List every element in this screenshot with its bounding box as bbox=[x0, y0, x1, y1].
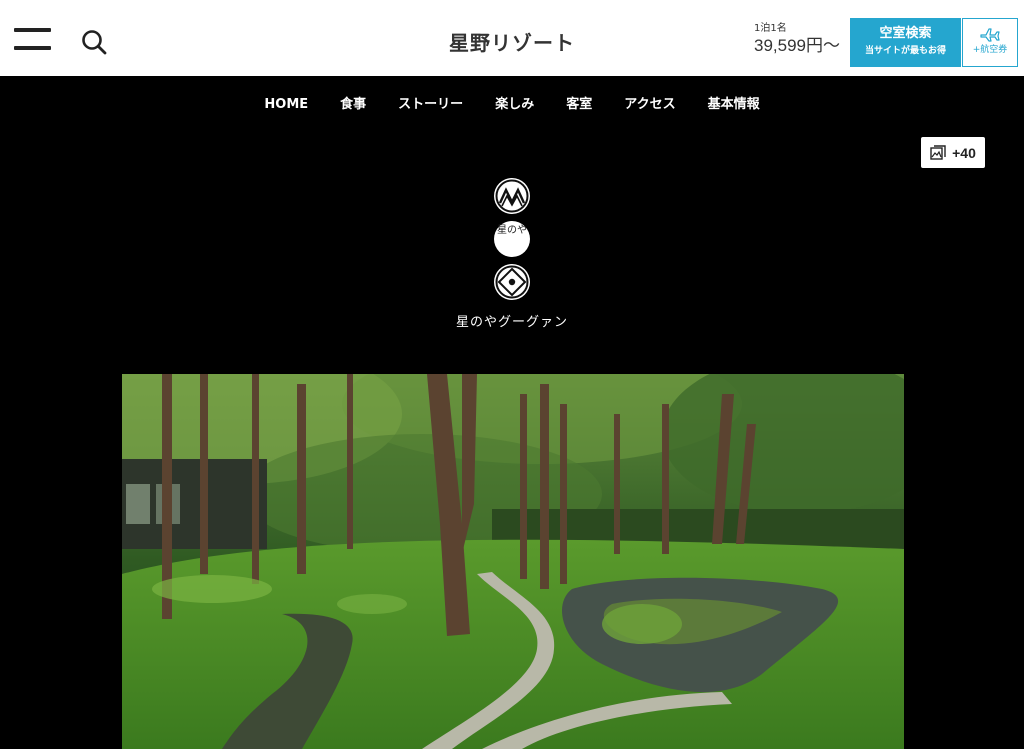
nav-item-info[interactable]: 基本情報 bbox=[708, 96, 760, 114]
search-button[interactable] bbox=[80, 28, 108, 56]
hoshinoya-emblem-icon: 星のや bbox=[494, 221, 530, 257]
hamburger-icon-line bbox=[14, 28, 51, 32]
hero-photo[interactable] bbox=[122, 374, 904, 749]
brand-emblems: 星のや bbox=[494, 178, 532, 307]
availability-search-button[interactable]: 空室検索 当サイトが最もお得 bbox=[850, 18, 961, 67]
nav-item-dining[interactable]: 食事 bbox=[340, 96, 366, 114]
gallery-icon bbox=[930, 144, 946, 160]
main-nav: HOME 食事 ストーリー 楽しみ 客室 アクセス 基本情報 bbox=[0, 76, 1024, 134]
hamburger-icon-line bbox=[14, 46, 51, 50]
add-flight-label: +航空券 bbox=[972, 45, 1008, 55]
diamond-emblem-icon bbox=[494, 264, 530, 300]
availability-search-label: 空室検索 bbox=[879, 26, 932, 41]
garden-forest-photo bbox=[122, 374, 904, 749]
add-flight-button[interactable]: +航空券 bbox=[962, 18, 1018, 67]
nav-item-home[interactable]: HOME bbox=[264, 96, 308, 114]
price-value: 39,599円〜 bbox=[754, 36, 840, 55]
site-header: 星野リゾート 1泊1名 39,599円〜 空室検索 当サイトが最もお得 +航空券 bbox=[0, 0, 1024, 76]
property-name: 星のやグーグァン bbox=[455, 315, 568, 330]
nav-item-access[interactable]: アクセス bbox=[624, 96, 675, 114]
emblem-text: 星のや bbox=[497, 225, 527, 236]
price-caption: 1泊1名 bbox=[754, 23, 787, 34]
photo-count: +40 bbox=[952, 144, 976, 161]
mountain-emblem-icon bbox=[494, 178, 530, 214]
nav-item-story[interactable]: ストーリー bbox=[398, 96, 463, 114]
nav-item-rooms[interactable]: 客室 bbox=[566, 96, 592, 114]
nav-item-activities[interactable]: 楽しみ bbox=[495, 96, 534, 114]
search-icon bbox=[82, 30, 107, 55]
availability-search-sublabel: 当サイトが最もお得 bbox=[864, 46, 946, 56]
photo-gallery-button[interactable]: +40 bbox=[921, 137, 985, 168]
price-display: 1泊1名 39,599円〜 bbox=[754, 23, 840, 57]
airplane-icon bbox=[980, 28, 1000, 42]
hamburger-menu-button[interactable] bbox=[14, 28, 52, 54]
